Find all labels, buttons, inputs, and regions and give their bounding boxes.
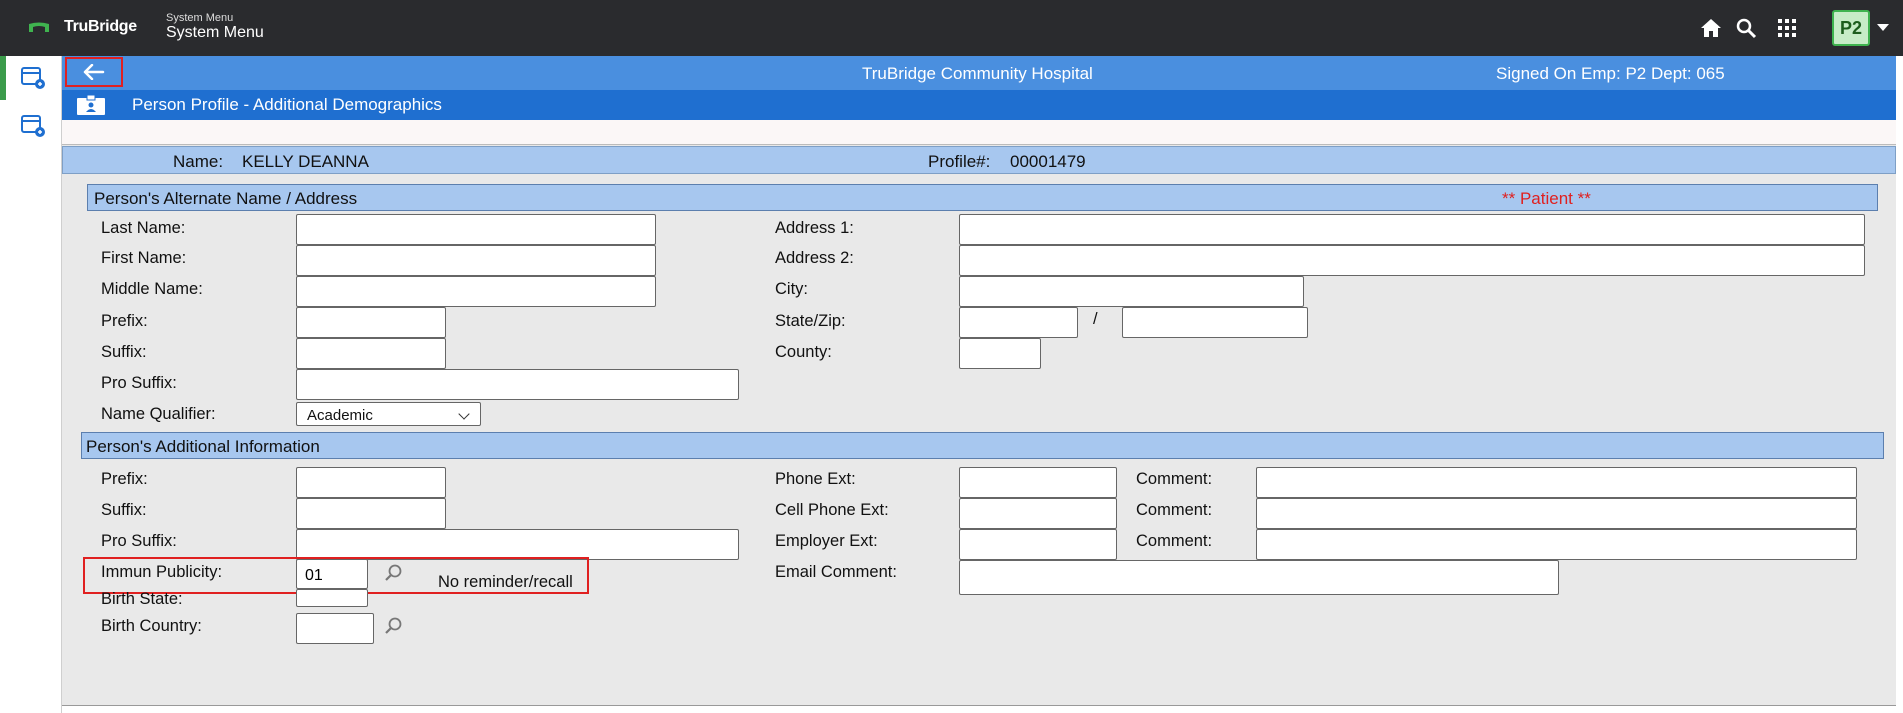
email-comment-input[interactable] [959,560,1559,595]
county-input[interactable] [959,338,1041,369]
immun-publicity-description: No reminder/recall [438,573,573,591]
address2-label: Address 2: [775,249,854,267]
signed-on-info: Signed On Emp: P2 Dept: 065 [1496,64,1725,83]
name-value: KELLY DEANNA [242,152,369,171]
user-menu-caret[interactable] [1877,24,1889,31]
page-title-bar: Person Profile - Additional Demographics [62,90,1896,120]
phone-comment-label: Comment: [1136,470,1213,488]
menu-title[interactable]: System Menu [166,24,264,42]
sidebar-window-icon[interactable] [20,114,46,138]
cell-phone-ext-input[interactable] [959,498,1117,529]
apps-grid-icon[interactable] [1775,16,1799,40]
menu-subtitle: System Menu [166,12,234,24]
name-qualifier-value: Academic [307,407,373,424]
main-content: TruBridge Community Hospital Signed On E… [62,56,1896,706]
person-summary-bar: Name: KELLY DEANNA Profile#: 00001479 [62,146,1896,174]
patient-tag: ** Patient ** [1502,189,1591,208]
magnify-icon[interactable] [384,563,404,583]
chevron-down-icon [458,408,470,420]
address1-label: Address 1: [775,219,854,237]
city-input[interactable] [959,276,1304,307]
employer-comment-label: Comment: [1136,532,1213,550]
county-label: County: [775,343,832,361]
email-comment-label: Email Comment: [775,563,897,581]
add-suffix-label: Suffix: [101,501,147,519]
add-pro-suffix-input[interactable] [296,529,739,560]
page-title: Person Profile - Additional Demographics [132,95,442,114]
brand-name: TruBridge [64,18,137,35]
name-label: Name: [173,152,224,171]
back-arrow-icon [83,64,105,80]
add-pro-suffix-label: Pro Suffix: [101,532,177,550]
prefix-label: Prefix: [101,312,148,330]
state-zip-separator: / [1093,310,1098,328]
add-suffix-input[interactable] [296,498,446,529]
address1-input[interactable] [959,214,1865,245]
add-prefix-input[interactable] [296,467,446,498]
first-name-label: First Name: [101,249,187,267]
cell-phone-ext-label: Cell Phone Ext: [775,501,889,519]
search-icon[interactable] [1734,16,1758,40]
sidebar-active-indicator [0,56,6,100]
immun-publicity-label: Immun Publicity: [101,563,223,581]
suffix-input[interactable] [296,338,446,369]
city-label: City: [775,280,808,298]
birth-country-input[interactable] [296,613,374,644]
birth-state-input[interactable] [296,589,368,607]
magnify-icon[interactable] [384,616,404,636]
zip-input[interactable] [1122,307,1308,338]
profile-label: Profile#: [928,152,991,171]
state-input[interactable] [959,307,1078,338]
last-name-input[interactable] [296,214,656,245]
middle-name-label: Middle Name: [101,280,203,298]
user-avatar[interactable]: P2 [1832,10,1870,46]
suffix-label: Suffix: [101,343,147,361]
alternate-name-section-header: Person's Alternate Name / Address ** Pat… [87,184,1878,211]
middle-name-input[interactable] [296,276,656,307]
sidebar-window-icon[interactable] [20,66,46,90]
trubridge-logo-icon [29,22,49,32]
profile-value: 00001479 [1010,152,1086,171]
name-qualifier-select[interactable]: Academic [296,402,481,426]
cell-comment-input[interactable] [1256,498,1857,529]
last-name-label: Last Name: [101,219,186,237]
profile-card-icon [77,94,105,115]
pro-suffix-input[interactable] [296,369,739,400]
birth-state-label: Birth State: [101,590,183,608]
address2-input[interactable] [959,245,1865,276]
section-title: Person's Alternate Name / Address [94,189,358,208]
message-strip [62,120,1896,145]
phone-ext-input[interactable] [959,467,1117,498]
pro-suffix-label: Pro Suffix: [101,374,177,392]
prefix-input[interactable] [296,307,446,338]
home-icon[interactable] [1699,16,1723,40]
name-qualifier-label: Name Qualifier: [101,405,216,423]
first-name-input[interactable] [296,245,656,276]
birth-country-label: Birth Country: [101,617,202,635]
phone-comment-input[interactable] [1256,467,1857,498]
employer-ext-input[interactable] [959,529,1117,560]
hospital-bar: TruBridge Community Hospital Signed On E… [62,56,1896,90]
employer-ext-label: Employer Ext: [775,532,878,550]
additional-info-section-header: Person's Additional Information [81,432,1884,459]
sidebar [0,56,62,713]
top-bar: TruBridge System Menu System Menu P2 [0,0,1903,56]
phone-ext-label: Phone Ext: [775,470,856,488]
immun-publicity-input[interactable] [296,559,368,589]
employer-comment-input[interactable] [1256,529,1857,560]
section-title: Person's Additional Information [86,437,320,456]
add-prefix-label: Prefix: [101,470,148,488]
cell-comment-label: Comment: [1136,501,1213,519]
back-button[interactable] [65,57,123,87]
state-zip-label: State/Zip: [775,312,846,330]
hospital-name: TruBridge Community Hospital [862,64,1093,83]
